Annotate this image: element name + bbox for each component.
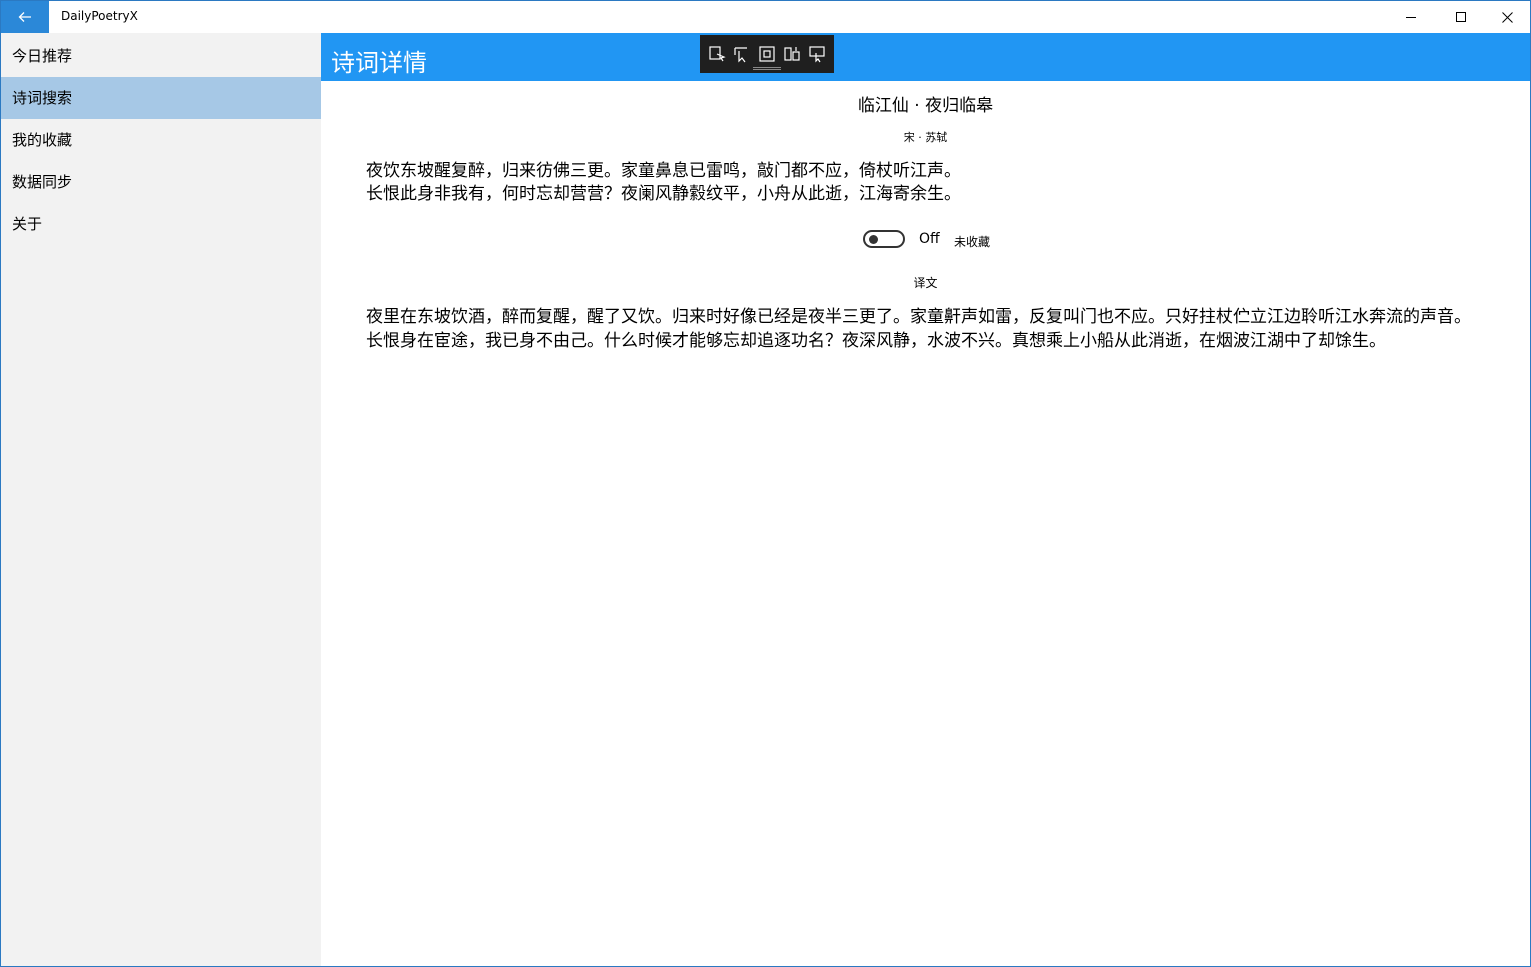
select-element-icon[interactable]: [707, 44, 727, 64]
title-bar: DailyPoetryX: [1, 1, 1530, 33]
sidebar-item-sync[interactable]: 数据同步: [1, 161, 321, 203]
maximize-button[interactable]: [1438, 1, 1484, 33]
poem-author: 宋 · 苏轼: [903, 131, 948, 144]
page-header: 诗词详情: [321, 33, 1530, 81]
translation-heading: 译文: [913, 276, 938, 290]
minimize-button[interactable]: [1388, 1, 1434, 33]
sidebar-item-about[interactable]: 关于: [1, 203, 321, 245]
favorite-toggle-switch[interactable]: [863, 230, 905, 248]
debug-toolbar: [700, 35, 834, 73]
toggle-state-label: Off: [919, 231, 940, 247]
layout-adorner-icon[interactable]: [757, 44, 777, 64]
favorite-status-label: 未收藏: [954, 235, 991, 249]
app-window: DailyPoetryX 今日推荐 诗词搜索 我的收藏 数据同步 关于 诗词详情: [0, 0, 1531, 967]
back-button[interactable]: [1, 1, 49, 33]
maximize-icon: [1455, 8, 1467, 27]
sidebar-item-recommend[interactable]: 今日推荐: [1, 35, 321, 77]
close-button[interactable]: [1484, 1, 1530, 33]
translation-paragraph: 长恨身在宦途，我已身不由己。什么时候才能够忘却追逐功名？夜深风静，水波不兴。真想…: [366, 331, 1386, 351]
display-layout-icon[interactable]: [807, 44, 827, 64]
toggle-knob: [869, 235, 878, 244]
sidebar-item-search[interactable]: 诗词搜索: [1, 77, 321, 119]
poem-content: 夜饮东坡醒复醉，归来彷佛三更。家童鼻息已雷鸣，敲门都不应，倚杖听江声。 长恨此身…: [330, 160, 1520, 206]
minimize-icon: [1405, 8, 1417, 27]
toolbar-grip[interactable]: [753, 67, 781, 70]
page-title: 诗词详情: [331, 49, 427, 77]
poem-line: 夜饮东坡醒复醉，归来彷佛三更。家童鼻息已雷鸣，敲门都不应，倚杖听江声。: [366, 161, 961, 181]
pointer-select-icon[interactable]: [732, 44, 752, 64]
sidebar-item-favorites[interactable]: 我的收藏: [1, 119, 321, 161]
poem-line: 长恨此身非我有，何时忘却营营？夜阑风静縠纹平，小舟从此逝，江海寄余生。: [366, 184, 961, 204]
close-icon: [1501, 8, 1513, 27]
poem-title: 临江仙 · 夜归临皋: [857, 96, 994, 116]
track-focus-icon[interactable]: [782, 44, 802, 64]
main-content: 诗词详情 临江仙 · 夜归临皋 宋 · 苏轼 夜饮东坡醒复醉，归来彷佛三更。家童…: [321, 33, 1530, 966]
arrow-left-icon: [18, 8, 32, 27]
translation-content: 夜里在东坡饮酒，醉而复醒，醒了又饮。归来时好像已经是夜半三更了。家童鼾声如雷，反…: [330, 305, 1520, 353]
app-title: DailyPoetryX: [61, 9, 138, 23]
nav-sidebar: 今日推荐 诗词搜索 我的收藏 数据同步 关于: [1, 33, 321, 966]
translation-paragraph: 夜里在东坡饮酒，醉而复醒，醒了又饮。归来时好像已经是夜半三更了。家童鼾声如雷，反…: [366, 307, 1471, 327]
